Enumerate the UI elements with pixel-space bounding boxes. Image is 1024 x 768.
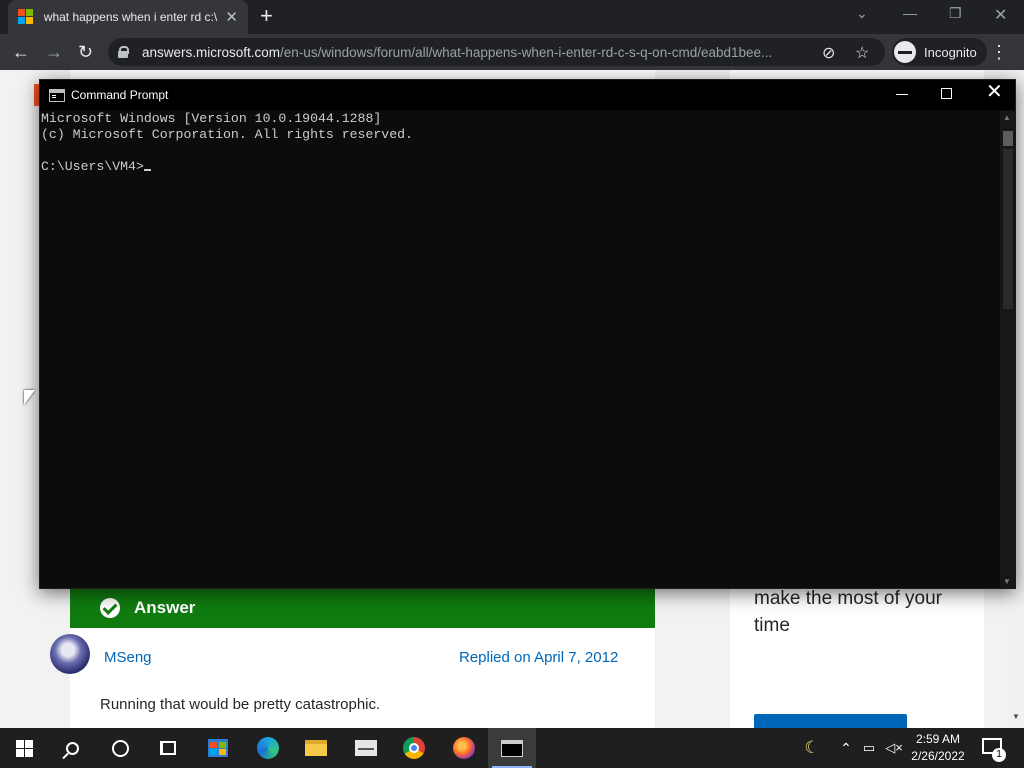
more-icon[interactable]: ⋮ <box>990 42 1008 63</box>
sidebar-promo-button[interactable] <box>754 714 907 728</box>
console-prompt-line[interactable]: C:\Users\VM4> <box>41 159 999 175</box>
cmd-scrollbar[interactable]: ▲ ▼ <box>1000 111 1016 589</box>
task-view-icon <box>160 741 176 755</box>
mouse-pointer-icon <box>24 390 35 405</box>
cmd-minimize-icon[interactable] <box>896 94 908 95</box>
window-close-icon[interactable]: ✕ <box>994 5 1007 25</box>
taskbar-firefox[interactable] <box>440 728 488 768</box>
console-output[interactable]: Microsoft Windows [Version 10.0.19044.12… <box>41 111 999 589</box>
console-line-copyright: (c) Microsoft Corporation. All rights re… <box>41 127 413 142</box>
search-icon <box>65 741 79 755</box>
cmd-scroll-down-icon[interactable]: ▼ <box>1003 577 1011 586</box>
address-bar[interactable]: answers.microsoft.com/en-us/windows/foru… <box>108 38 885 66</box>
check-circle-icon <box>100 598 120 618</box>
answer-body: Running that would be pretty catastrophi… <box>100 696 381 713</box>
incognito-label: Incognito <box>924 44 977 60</box>
console-line-version: Microsoft Windows [Version 10.0.19044.12… <box>41 111 382 126</box>
cmd-scroll-thumb[interactable] <box>1003 131 1013 146</box>
incognito-badge[interactable]: Incognito <box>892 38 987 66</box>
reload-icon[interactable]: ↻ <box>78 42 93 62</box>
avatar[interactable] <box>50 634 90 674</box>
taskbar-command-prompt[interactable] <box>488 728 536 768</box>
cmd-scroll-track[interactable] <box>1003 149 1013 309</box>
taskbar-mail[interactable] <box>342 728 390 768</box>
answer-label: Answer <box>134 598 196 617</box>
firefox-icon <box>453 737 475 759</box>
cortana-button[interactable] <box>96 728 144 768</box>
scroll-down-icon[interactable]: ▼ <box>1012 712 1020 721</box>
store-icon <box>208 739 228 757</box>
folder-icon <box>305 740 327 756</box>
tab-title: what happens when i enter rd c:\ <box>43 10 218 24</box>
star-icon[interactable]: ☆ <box>855 43 869 63</box>
browser-tab[interactable]: what happens when i enter rd c:\ ✕ <box>8 0 248 34</box>
eye-off-icon[interactable]: ⊘ <box>822 43 835 63</box>
cmd-app-icon <box>49 88 65 102</box>
windows-logo-icon <box>15 739 33 757</box>
window-restore-icon[interactable]: ❐ <box>949 5 962 22</box>
taskbar-store[interactable] <box>194 728 242 768</box>
url-text[interactable]: answers.microsoft.com/en-us/windows/foru… <box>142 45 822 60</box>
show-hidden-icons-icon[interactable]: ⌃ <box>838 728 854 768</box>
tab-search-icon[interactable]: ⌄ <box>856 5 868 22</box>
notification-count-badge: 1 <box>992 748 1006 762</box>
close-tab-icon[interactable]: ✕ <box>225 8 238 26</box>
window-minimize-icon[interactable]: — <box>903 5 917 21</box>
browser-toolbar: ← → ↻ answers.microsoft.com/en-us/window… <box>0 34 1024 70</box>
cmd-close-icon[interactable]: ✕ <box>986 82 1003 102</box>
network-icon[interactable]: ▭ <box>860 728 878 768</box>
cmd-scroll-up-icon[interactable]: ▲ <box>1003 113 1011 122</box>
night-light-icon[interactable]: ☾ <box>800 728 824 768</box>
taskbar: ☾ ⌃ ▭ ◁× 2:59 AM 2/26/2022 1 <box>0 728 1024 768</box>
lock-icon[interactable] <box>118 46 129 58</box>
mail-icon <box>355 740 377 756</box>
incognito-icon <box>894 41 916 63</box>
new-tab-icon[interactable]: + <box>260 5 273 27</box>
command-prompt-icon <box>501 739 523 757</box>
start-button[interactable] <box>0 728 48 768</box>
taskbar-edge[interactable] <box>244 728 292 768</box>
cmd-title-bar[interactable]: Command Prompt ✕ <box>40 80 1015 110</box>
cmd-title: Command Prompt <box>71 88 169 102</box>
taskbar-chrome[interactable] <box>390 728 438 768</box>
reply-date: Replied on April 7, 2012 <box>459 649 619 666</box>
author-link[interactable]: MSeng <box>104 649 152 666</box>
tab-strip: what happens when i enter rd c:\ ✕ + ⌄ —… <box>0 0 1024 34</box>
chrome-icon <box>403 737 425 759</box>
cmd-maximize-icon[interactable] <box>941 88 952 99</box>
text-cursor <box>143 169 151 171</box>
taskbar-search-button[interactable] <box>48 728 96 768</box>
sidebar-promo-text: make the most of your time <box>754 588 942 636</box>
taskbar-file-explorer[interactable] <box>292 728 340 768</box>
clock-date: 2/26/2022 <box>911 749 965 763</box>
volume-muted-icon[interactable]: ◁× <box>884 728 904 768</box>
task-view-button[interactable] <box>144 728 192 768</box>
clock-time: 2:59 AM <box>915 732 961 746</box>
cortana-icon <box>111 739 129 757</box>
edge-icon <box>257 737 279 759</box>
forward-icon[interactable]: → <box>45 42 63 62</box>
command-prompt-window[interactable]: Command Prompt ✕ Microsoft Windows [Vers… <box>39 79 1016 589</box>
console-prompt: C:\Users\VM4> <box>41 159 144 174</box>
back-icon[interactable]: ← <box>12 42 30 62</box>
answer-banner: Answer <box>70 588 655 628</box>
system-clock[interactable]: 2:59 AM 2/26/2022 <box>905 731 971 765</box>
microsoft-favicon-icon <box>18 9 34 25</box>
